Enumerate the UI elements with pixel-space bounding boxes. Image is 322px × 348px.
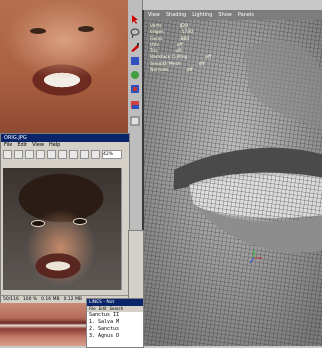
lines-window[interactable]: LINES - Not File Edit Search Sanctus II … [86,298,144,348]
next-icon[interactable] [69,149,78,159]
menu-panels[interactable]: Panels [238,12,254,18]
lines-line: 2. Sanctus [89,326,120,332]
menu-file[interactable]: File [4,142,12,149]
image-viewer-title[interactable]: ORIG.JPG [1,134,129,142]
menu-view[interactable]: View [148,12,160,18]
select-tool-icon[interactable] [130,14,140,24]
lasso-tool-icon[interactable] [130,28,140,39]
info-icon[interactable] [91,149,100,159]
hud-row: Normals off [150,68,193,74]
viewport-panel[interactable]: View Shading Lighting Show Panels Verts 8… [142,10,322,346]
zoom-in-icon[interactable] [36,149,45,159]
lines-line: 1. Salva M [89,319,120,325]
reference-photo-middle [3,168,121,290]
image-viewer-window[interactable]: ORIG.JPG File Edit View Help 42% 50/116 … [0,133,131,305]
print-icon[interactable] [25,149,34,159]
rotate-icon[interactable] [80,149,89,159]
menu-lighting[interactable]: Lighting [192,12,212,18]
eye-right [73,218,87,225]
vertical-scrollbar[interactable] [121,168,128,290]
viewport-menu: View Shading Lighting Show Panels [144,10,322,20]
menu-view[interactable]: View [32,142,44,149]
last-tool-icon[interactable] [130,116,140,126]
menu-shading[interactable]: Shading [166,12,186,18]
menu-show[interactable]: Show [218,12,232,18]
menu-help[interactable]: Help [49,142,60,149]
paint-tool-icon[interactable] [130,42,140,52]
scale-tool-icon[interactable] [130,84,140,94]
reference-photo-top [0,0,128,133]
save-icon[interactable] [14,149,23,159]
open-icon[interactable] [3,149,12,159]
move-tool-icon[interactable] [130,56,140,66]
eye-left [30,28,46,34]
zoom-field[interactable]: 42% [102,149,122,159]
hud-overlay: Verts 828 Edges 1700 Faces 880 UVs off Tris o… [150,24,211,74]
reference-photo-lips [0,303,86,346]
eye-right [78,26,94,32]
lines-title[interactable]: LINES - Not [87,299,143,306]
image-viewer-menubar: File Edit View Help [1,142,129,149]
lines-heading: Sanctus II [89,312,120,318]
menu-edit[interactable]: Edit [17,142,27,149]
side-panel[interactable] [128,230,144,302]
lines-line: 3. Agnus D [89,333,120,339]
image-viewer-toolbar: 42% [1,149,129,159]
eye-left [31,220,45,227]
prev-icon[interactable] [58,149,67,159]
zoom-out-icon[interactable] [47,149,56,159]
rotate-tool-icon[interactable] [130,70,140,80]
manipulator-tool-icon[interactable] [130,100,140,110]
